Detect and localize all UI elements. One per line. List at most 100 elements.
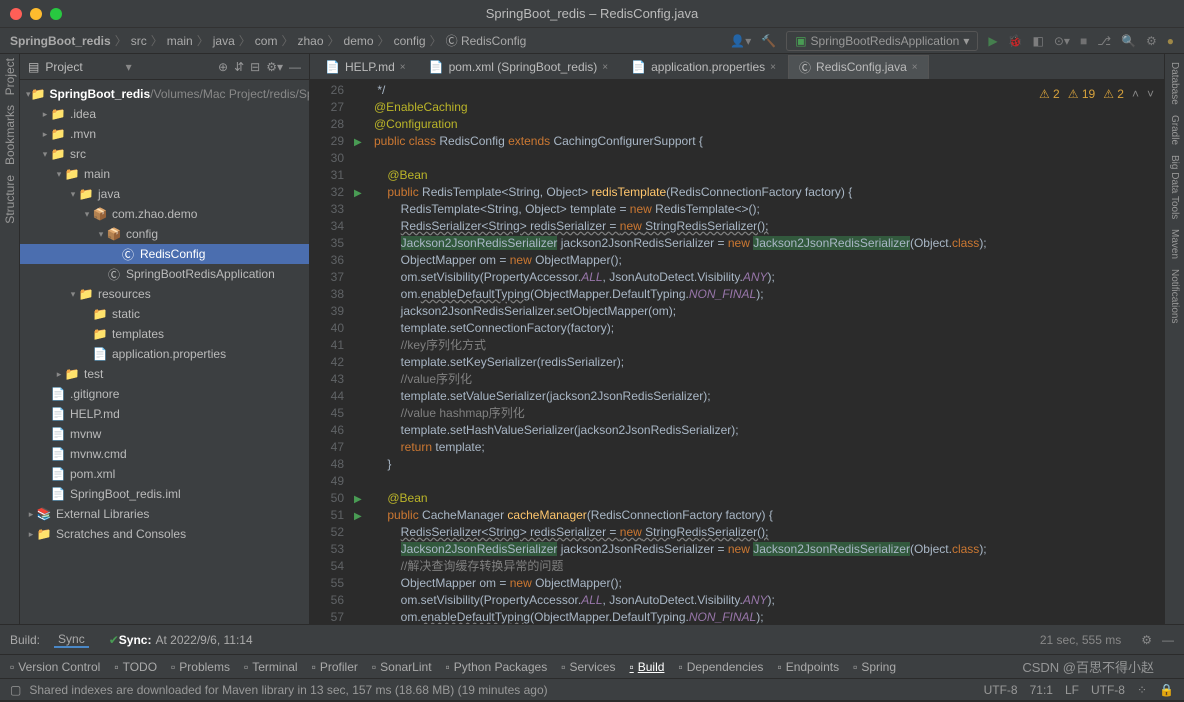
tree-node[interactable]: ▾📁java bbox=[20, 184, 309, 204]
tree-node[interactable]: ▾📦com.zhao.demo bbox=[20, 204, 309, 224]
breadcrumb-item[interactable]: config bbox=[394, 34, 426, 48]
caret-position[interactable]: 71:1 bbox=[1030, 683, 1053, 697]
tree-node[interactable]: ▸📚External Libraries bbox=[20, 504, 309, 524]
tree-node[interactable]: ▾📁resources bbox=[20, 284, 309, 304]
breadcrumb-item[interactable]: zhao bbox=[297, 34, 323, 48]
chevron-down-icon[interactable]: ˅ bbox=[1147, 86, 1154, 103]
tree-node[interactable]: ▸📁.idea bbox=[20, 104, 309, 124]
bottom-tab[interactable]: ▫Services bbox=[561, 660, 615, 674]
build-hide-icon[interactable]: — bbox=[1162, 633, 1174, 647]
left-tool-project[interactable]: Project bbox=[3, 58, 17, 95]
close-window-icon[interactable] bbox=[10, 8, 22, 20]
left-tool-structure[interactable]: Structure bbox=[3, 175, 17, 224]
tree-node[interactable]: ▾📁SpringBoot_redis /Volumes/Mac Project/… bbox=[20, 84, 309, 104]
select-opened-icon[interactable]: ⊕ bbox=[218, 60, 228, 74]
tree-node[interactable]: ▸📁Scratches and Consoles bbox=[20, 524, 309, 544]
chevron-up-icon[interactable]: ˄ bbox=[1132, 86, 1139, 103]
breadcrumb-item[interactable]: java bbox=[213, 34, 235, 48]
tree-node[interactable]: 📄HELP.md bbox=[20, 404, 309, 424]
tree-node[interactable]: 📄.gitignore bbox=[20, 384, 309, 404]
navigation-bar: SpringBoot_redis〉src〉main〉java〉com〉zhao〉… bbox=[0, 28, 1184, 54]
collapse-icon[interactable]: ⊟ bbox=[250, 60, 260, 74]
lock-icon[interactable]: 🔒 bbox=[1159, 683, 1174, 697]
bottom-tab[interactable]: ▫SonarLint bbox=[372, 660, 432, 674]
editor-tab[interactable]: ⒸRedisConfig.java× bbox=[788, 55, 929, 79]
line-ending[interactable]: LF bbox=[1065, 683, 1079, 697]
status-icon[interactable]: ▢ bbox=[10, 683, 21, 697]
bottom-tab[interactable]: ▫TODO bbox=[114, 660, 157, 674]
tree-node[interactable]: 📄SpringBoot_redis.iml bbox=[20, 484, 309, 504]
breadcrumb-item[interactable]: SpringBoot_redis bbox=[10, 34, 111, 48]
tree-node[interactable]: ▾📦config bbox=[20, 224, 309, 244]
code-content[interactable]: */@EnableCaching@Configurationpublic cla… bbox=[370, 80, 1164, 624]
build-settings-icon[interactable]: ⚙ bbox=[1141, 633, 1152, 647]
stop-icon[interactable]: ■ bbox=[1080, 34, 1087, 48]
close-tab-icon[interactable]: × bbox=[912, 62, 918, 73]
tree-node[interactable]: 📄application.properties bbox=[20, 344, 309, 364]
expand-icon[interactable]: ⇵ bbox=[234, 60, 244, 74]
code-editor[interactable]: ⚠ 2 ⚠ 19 ⚠ 2 ˄ ˅ 26272829303132333435363… bbox=[310, 80, 1164, 624]
right-tool-gradle[interactable]: Gradle bbox=[1169, 115, 1180, 145]
right-tool-big-data-tools[interactable]: Big Data Tools bbox=[1169, 155, 1180, 219]
spaces-icon[interactable]: ⁘ bbox=[1137, 683, 1147, 697]
tree-node[interactable]: 📄pom.xml bbox=[20, 464, 309, 484]
bottom-tab[interactable]: ▫Python Packages bbox=[446, 660, 548, 674]
tree-node[interactable]: 📄mvnw.cmd bbox=[20, 444, 309, 464]
bottom-tab[interactable]: ▫Spring bbox=[853, 660, 896, 674]
minimize-window-icon[interactable] bbox=[30, 8, 42, 20]
tree-node[interactable]: 📁static bbox=[20, 304, 309, 324]
git-icon[interactable]: ⎇ bbox=[1097, 34, 1111, 48]
breadcrumb-item[interactable]: demo bbox=[344, 34, 374, 48]
build-icon[interactable]: 🔨 bbox=[761, 34, 776, 48]
tree-node[interactable]: ⒸRedisConfig bbox=[20, 244, 309, 264]
bottom-tab[interactable]: ▫Version Control bbox=[10, 660, 100, 674]
tree-node[interactable]: ▾📁main bbox=[20, 164, 309, 184]
run-config-selector[interactable]: ▣SpringBootRedisApplication▾ bbox=[786, 31, 978, 51]
settings-icon[interactable]: ⚙ bbox=[1146, 34, 1157, 48]
editor-tab[interactable]: 📄pom.xml (SpringBoot_redis)× bbox=[418, 55, 620, 79]
profile-icon[interactable]: ⊙▾ bbox=[1054, 34, 1070, 48]
breadcrumb-item[interactable]: main bbox=[167, 34, 193, 48]
tree-node[interactable]: ▸📁.mvn bbox=[20, 124, 309, 144]
status-message: Shared indexes are downloaded for Maven … bbox=[29, 683, 983, 697]
bottom-tab[interactable]: ▫Profiler bbox=[312, 660, 358, 674]
editor-tab[interactable]: 📄application.properties× bbox=[620, 55, 787, 79]
tree-node[interactable]: ▸📁test bbox=[20, 364, 309, 384]
right-tool-database[interactable]: Database bbox=[1169, 62, 1180, 105]
dropdown-icon[interactable]: ▾ bbox=[126, 60, 132, 74]
bottom-tab[interactable]: ▫Endpoints bbox=[777, 660, 839, 674]
bottom-tab[interactable]: ▫Problems bbox=[171, 660, 230, 674]
gear-icon[interactable]: ⚙▾ bbox=[266, 60, 283, 74]
add-icon[interactable]: 👤▾ bbox=[730, 34, 751, 48]
tree-node[interactable]: ⒸSpringBootRedisApplication bbox=[20, 264, 309, 284]
close-tab-icon[interactable]: × bbox=[602, 62, 608, 73]
search-icon[interactable]: 🔍 bbox=[1121, 34, 1136, 48]
coverage-icon[interactable]: ◧ bbox=[1033, 34, 1044, 48]
bottom-tab[interactable]: ▫Terminal bbox=[244, 660, 298, 674]
encoding-2[interactable]: UTF-8 bbox=[1091, 683, 1125, 697]
bottom-tab[interactable]: ▫Dependencies bbox=[678, 660, 763, 674]
breadcrumb-item[interactable]: Ⓒ RedisConfig bbox=[446, 32, 527, 49]
right-tool-notifications[interactable]: Notifications bbox=[1169, 269, 1180, 323]
run-icon[interactable]: ▶ bbox=[988, 34, 997, 48]
breadcrumb[interactable]: SpringBoot_redis〉src〉main〉java〉com〉zhao〉… bbox=[10, 32, 730, 49]
avatar-icon[interactable]: ● bbox=[1167, 34, 1174, 48]
tree-node[interactable]: 📁templates bbox=[20, 324, 309, 344]
close-tab-icon[interactable]: × bbox=[400, 62, 406, 73]
breadcrumb-item[interactable]: src bbox=[131, 34, 147, 48]
debug-icon[interactable]: 🐞 bbox=[1008, 34, 1023, 48]
right-tool-maven[interactable]: Maven bbox=[1169, 229, 1180, 259]
close-tab-icon[interactable]: × bbox=[770, 62, 776, 73]
encoding-1[interactable]: UTF-8 bbox=[984, 683, 1018, 697]
build-sync-tab[interactable]: Sync bbox=[54, 632, 89, 648]
editor-tab[interactable]: 📄HELP.md× bbox=[314, 55, 417, 79]
left-tool-bookmarks[interactable]: Bookmarks bbox=[3, 105, 17, 165]
tree-node[interactable]: 📄mvnw bbox=[20, 424, 309, 444]
maximize-window-icon[interactable] bbox=[50, 8, 62, 20]
project-tree[interactable]: ▾📁SpringBoot_redis /Volumes/Mac Project/… bbox=[20, 80, 309, 624]
inspections-widget[interactable]: ⚠ 2 ⚠ 19 ⚠ 2 ˄ ˅ bbox=[1035, 84, 1158, 105]
breadcrumb-item[interactable]: com bbox=[255, 34, 278, 48]
bottom-tab[interactable]: ▫Build bbox=[629, 660, 664, 674]
hide-icon[interactable]: — bbox=[289, 60, 301, 74]
tree-node[interactable]: ▾📁src bbox=[20, 144, 309, 164]
